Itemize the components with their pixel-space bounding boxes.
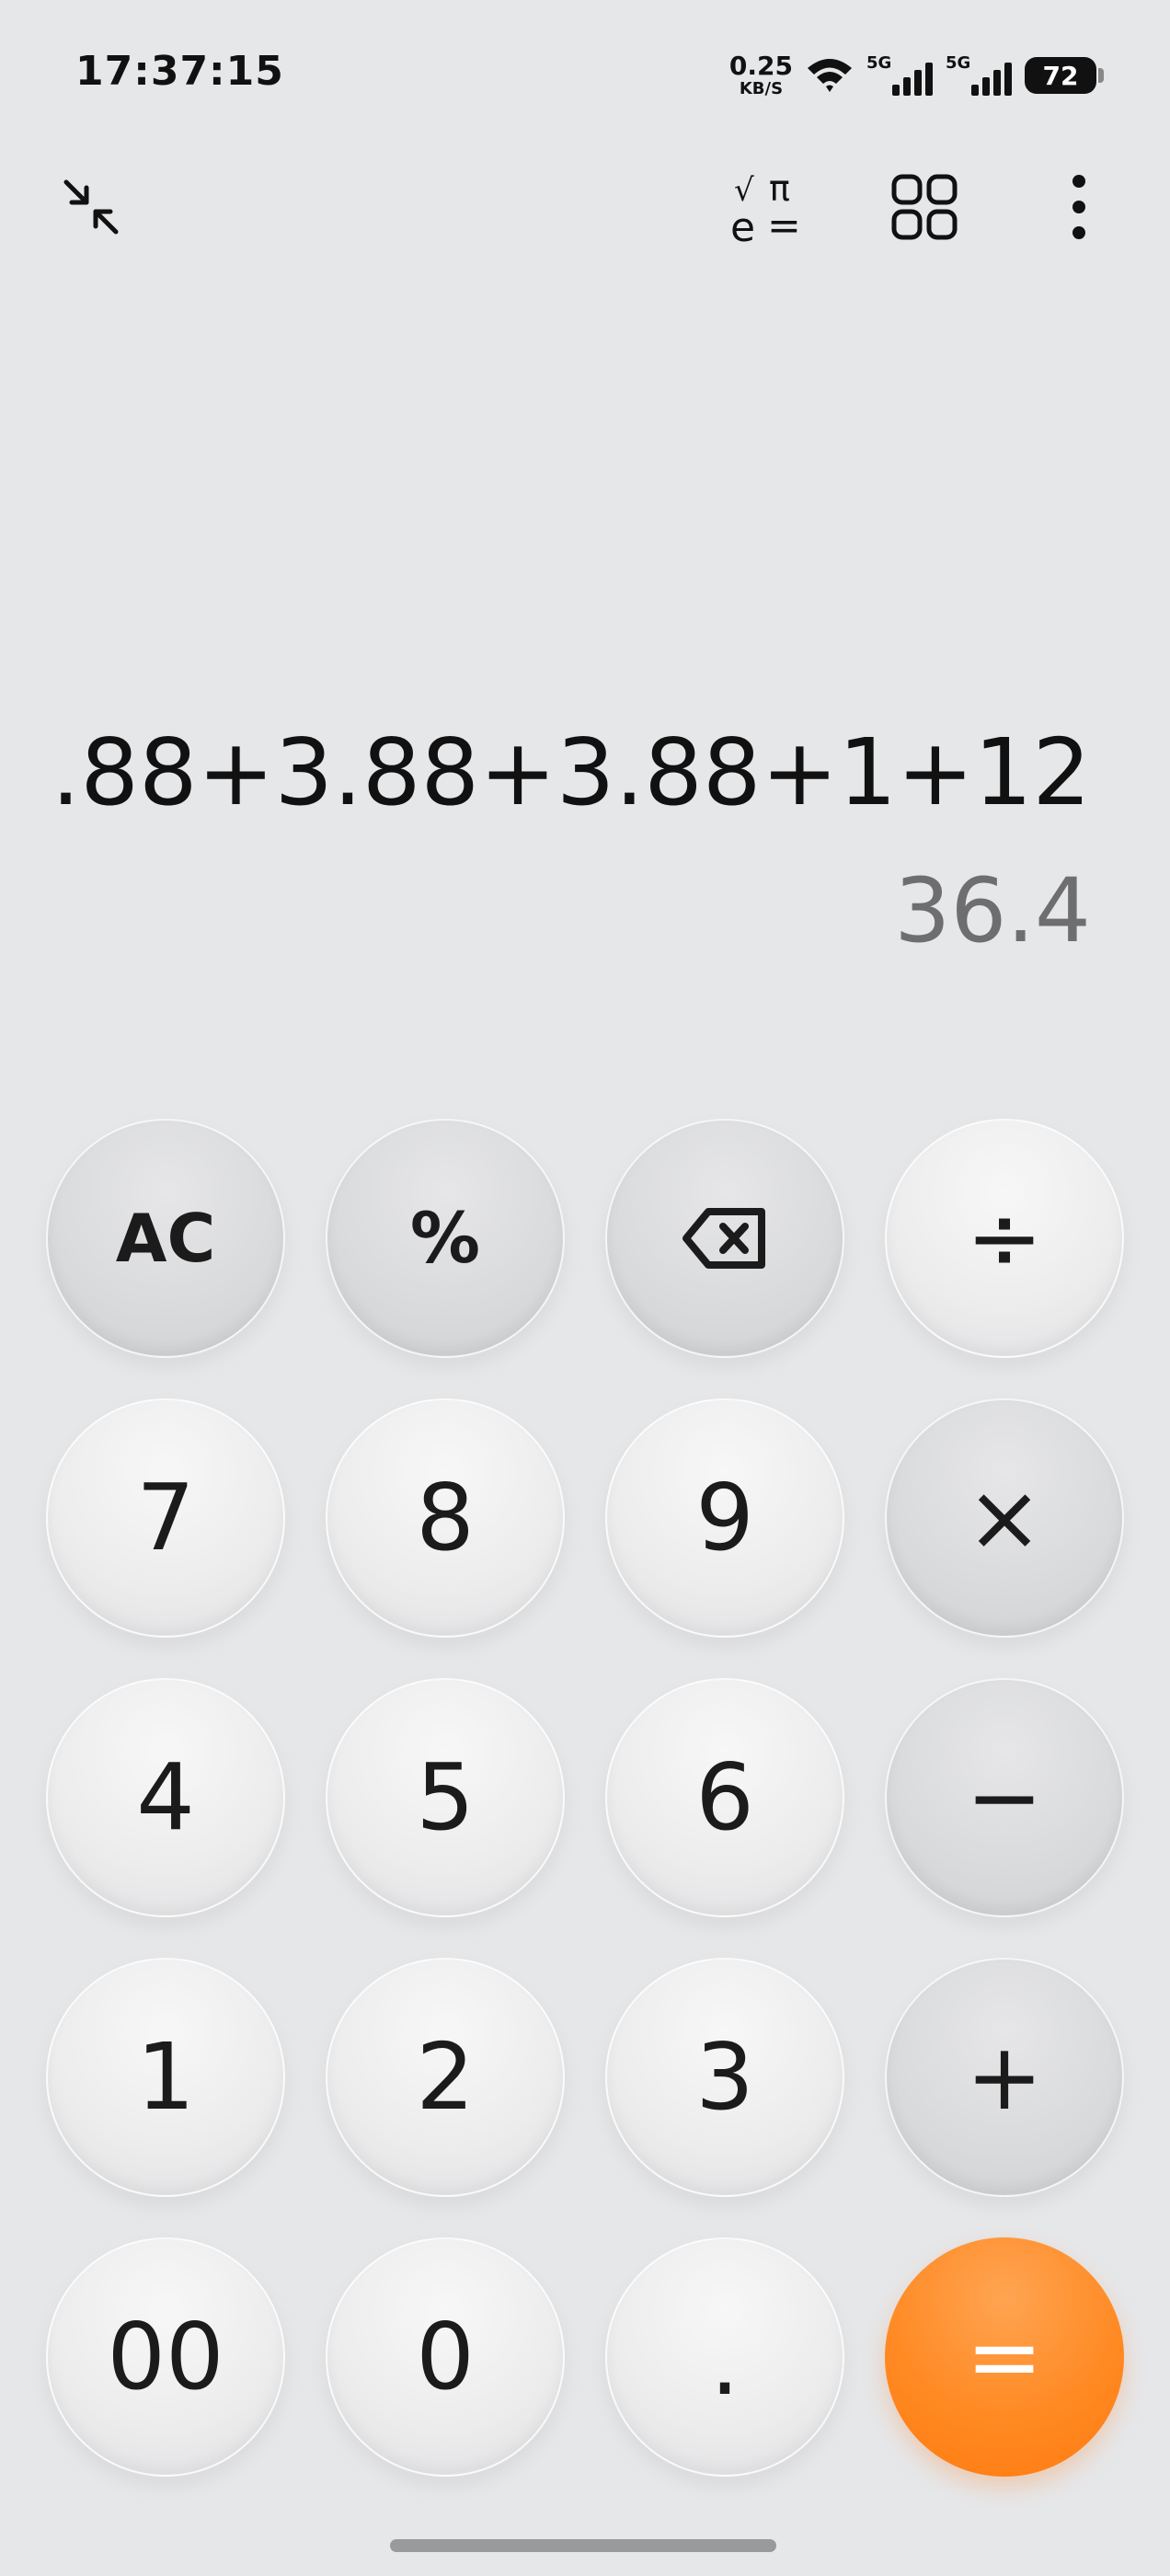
digit-8-label: 8 xyxy=(416,1464,475,1571)
digit-0-button[interactable]: 0 xyxy=(326,2237,565,2477)
collapse-arrows-icon xyxy=(63,179,119,235)
digit-6-label: 6 xyxy=(695,1743,754,1851)
digit-1-button[interactable]: 1 xyxy=(46,1958,285,2197)
svg-text:e: e xyxy=(730,204,755,248)
toolbar: √ π e = xyxy=(0,156,1170,276)
battery-icon: 72 xyxy=(1025,57,1104,94)
digit-7-label: 7 xyxy=(136,1464,195,1571)
scientific-mode-button[interactable]: √ π e = xyxy=(717,156,819,258)
svg-text:=: = xyxy=(767,202,801,248)
network-speed-value: 0.25 xyxy=(728,51,793,81)
digit-4-button[interactable]: 4 xyxy=(46,1678,285,1917)
equals-button[interactable]: = xyxy=(885,2237,1124,2477)
equals-label: = xyxy=(966,2303,1043,2410)
expression-container[interactable]: 3.88+3.88+3.88+3.88+3.88+3.88+3.88+1+12 xyxy=(50,718,1091,828)
wifi-icon xyxy=(808,59,852,92)
add-button[interactable]: + xyxy=(885,1958,1124,2197)
scientific-mode-icon: √ π e = xyxy=(730,168,801,248)
percent-button[interactable]: % xyxy=(326,1119,565,1358)
double-zero-label: 00 xyxy=(107,2303,224,2410)
divide-button[interactable]: ÷ xyxy=(885,1119,1124,1358)
add-label: + xyxy=(966,2023,1043,2131)
collapse-button[interactable] xyxy=(40,156,142,258)
backspace-icon xyxy=(682,1208,765,1269)
status-time: 17:37:15 xyxy=(75,48,284,95)
percent-label: % xyxy=(409,1197,481,1279)
subtract-label: − xyxy=(966,1743,1043,1851)
signal-sim2-icon: 5G xyxy=(946,53,1012,96)
clear-label: AC xyxy=(115,1200,216,1277)
status-icons: 0.25 KB/S 5G 5G 72 xyxy=(729,50,1104,101)
converter-button[interactable] xyxy=(874,156,975,258)
clear-button[interactable]: AC xyxy=(46,1119,285,1358)
result-text: 36.4 xyxy=(894,859,1091,962)
network-speed-unit: KB/S xyxy=(739,79,784,98)
home-indicator[interactable] xyxy=(390,2539,776,2552)
backspace-button[interactable] xyxy=(605,1119,844,1358)
status-bar: 17:37:15 0.25 KB/S 5G 5G 72 xyxy=(0,0,1170,147)
sim1-network-tag: 5G xyxy=(866,53,892,73)
multiply-label: × xyxy=(966,1464,1043,1571)
digit-9-label: 9 xyxy=(695,1464,754,1571)
battery-level: 72 xyxy=(1042,60,1079,91)
digit-2-label: 2 xyxy=(416,2023,475,2131)
digit-6-button[interactable]: 6 xyxy=(605,1678,844,1917)
digit-5-button[interactable]: 5 xyxy=(326,1678,565,1917)
signal-sim1-icon: 5G xyxy=(866,53,933,96)
digit-7-button[interactable]: 7 xyxy=(46,1398,285,1638)
sim2-network-tag: 5G xyxy=(946,53,971,73)
svg-text:√: √ xyxy=(734,172,754,209)
converter-grid-icon xyxy=(891,174,958,240)
decimal-button[interactable]: . xyxy=(605,2237,844,2477)
calculator-display: 3.88+3.88+3.88+3.88+3.88+3.88+3.88+1+12 … xyxy=(0,276,1170,975)
multiply-button[interactable]: × xyxy=(885,1398,1124,1638)
digit-8-button[interactable]: 8 xyxy=(326,1398,565,1638)
expression-text: 3.88+3.88+3.88+3.88+3.88+3.88+3.88+1+12 xyxy=(50,719,1091,826)
subtract-button[interactable]: − xyxy=(885,1678,1124,1917)
decimal-label: . xyxy=(710,2308,740,2416)
digit-1-label: 1 xyxy=(136,2023,195,2131)
digit-3-button[interactable]: 3 xyxy=(605,1958,844,2197)
network-speed: 0.25 KB/S xyxy=(729,53,793,98)
more-vert-icon xyxy=(1072,175,1085,239)
digit-4-label: 4 xyxy=(136,1743,195,1851)
digit-3-label: 3 xyxy=(695,2023,754,2131)
digit-9-button[interactable]: 9 xyxy=(605,1398,844,1638)
digit-2-button[interactable]: 2 xyxy=(326,1958,565,2197)
more-options-button[interactable] xyxy=(1028,156,1130,258)
digit-5-label: 5 xyxy=(416,1743,475,1851)
divide-label: ÷ xyxy=(966,1184,1043,1292)
digit-0-label: 0 xyxy=(416,2303,475,2410)
double-zero-button[interactable]: 00 xyxy=(46,2237,285,2477)
